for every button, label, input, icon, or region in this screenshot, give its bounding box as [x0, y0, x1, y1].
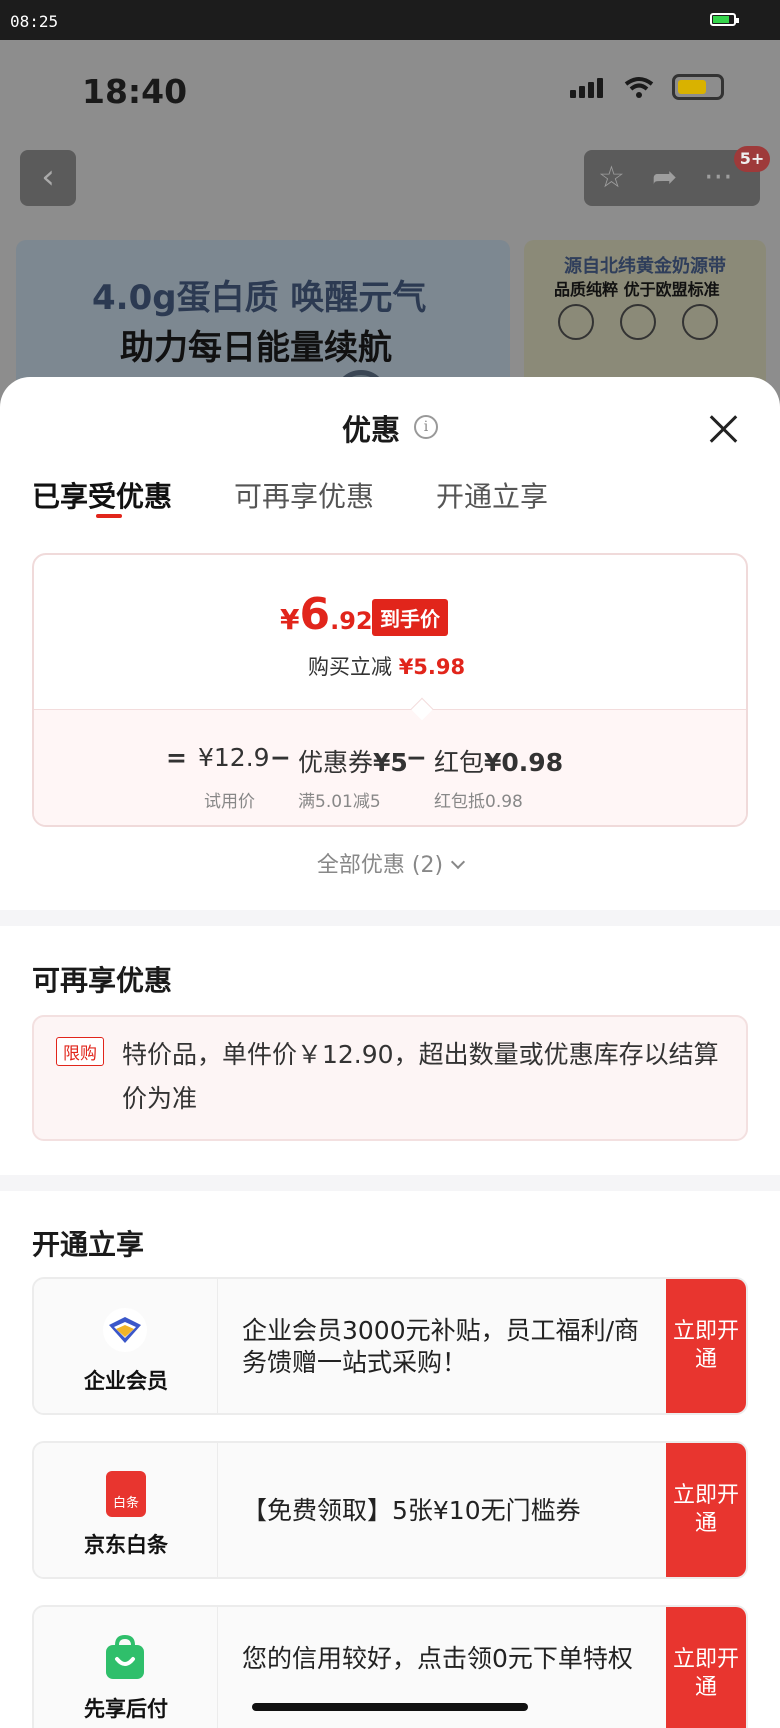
icon-label: 白条 — [112, 1496, 139, 1511]
status-time: 08:25 — [10, 12, 59, 31]
activate-button[interactable]: 立即开通 — [666, 1607, 746, 1728]
banner-headline: 4.0g蛋白质 唤醒元气 — [92, 278, 427, 318]
service-description: 【免费领取】5张¥10无门槛券 — [242, 1496, 581, 1525]
tab-open-enjoy[interactable]: 开通立享 — [436, 475, 548, 515]
currency-symbol: ¥ — [280, 603, 300, 636]
coupon-amount: ¥5 — [373, 748, 408, 777]
pay-later-icon — [106, 1635, 144, 1679]
service-name: 企业会员 — [84, 1369, 168, 1393]
reduce-amount: ¥5.98 — [398, 655, 466, 679]
active-tab-indicator — [96, 514, 122, 518]
service-name: 先享后付 — [84, 1697, 168, 1721]
limit-notice-card: 限购 特价品，单件价￥12.90，超出数量或优惠库存以结算价为准 — [32, 1015, 748, 1141]
service-card-baitiao: 白条 京东白条 【免费领取】5张¥10无门槛券 立即开通 — [32, 1441, 748, 1579]
back-button[interactable]: ‹ — [20, 150, 76, 206]
service-brand: 白条 京东白条 — [34, 1443, 218, 1577]
price-integer: 6 — [299, 589, 331, 640]
all-offers-toggle[interactable]: 全部优惠 (2) — [0, 847, 780, 879]
trial-price-caption: 试用价 — [204, 792, 255, 812]
final-price-tag: 到手价 — [372, 599, 448, 636]
equals-sign: = — [166, 743, 187, 772]
banner-right-subline: 品质纯粹 优于欧盟标准 — [554, 280, 720, 299]
banner-right-headline: 源自北纬黄金奶源带 — [564, 256, 726, 277]
banner-subline: 助力每日能量续航 — [120, 328, 392, 368]
share-icon[interactable]: ➦ — [652, 160, 677, 195]
service-brand: 企业会员 — [34, 1279, 218, 1413]
enterprise-member-icon — [103, 1308, 147, 1352]
feature-icon — [682, 304, 718, 340]
more-icon[interactable]: ··· — [704, 160, 733, 195]
final-price: ¥6.92 — [280, 589, 373, 640]
red-packet-amount: ¥0.98 — [484, 748, 564, 777]
service-description: 您的信用较好，点击领0元下单特权 — [242, 1644, 633, 1673]
minus-sign: − — [406, 743, 427, 772]
service-description: 企业会员3000元补贴，员工福利/商务馈赠一站式采购！ — [242, 1316, 640, 1377]
reduce-label: 购买立减 — [308, 655, 392, 679]
limit-tag: 限购 — [56, 1037, 104, 1066]
service-card-enterprise: 企业会员 企业会员3000元补贴，员工福利/商务馈赠一站式采购！ 立即开通 — [32, 1277, 748, 1415]
red-packet-label: 红包 — [434, 748, 485, 777]
section-divider — [0, 910, 780, 926]
sheet-title: 优惠 — [342, 413, 401, 447]
battery-icon — [710, 13, 739, 26]
coupon-item: 优惠券¥5 — [298, 743, 408, 779]
trial-price: ¥12.9 — [198, 743, 270, 772]
feature-icon — [620, 304, 656, 340]
chevron-down-icon — [451, 854, 466, 870]
section-divider — [0, 1175, 780, 1191]
phone-battery-icon — [672, 74, 724, 100]
open-enjoy-title: 开通立享 — [32, 1228, 145, 1261]
signal-icon — [570, 78, 603, 98]
service-brand: 先享后付 — [34, 1607, 218, 1728]
all-offers-label: 全部优惠 (2) — [316, 853, 444, 878]
close-icon[interactable] — [708, 413, 740, 445]
jd-baitiao-icon: 白条 — [106, 1471, 146, 1517]
coupon-label: 优惠券 — [298, 748, 374, 777]
notification-badge: 5+ — [734, 146, 770, 172]
limit-text: 特价品，单件价￥12.90，超出数量或优惠库存以结算价为准 — [122, 1040, 719, 1113]
phone-time: 18:40 — [82, 72, 188, 111]
activate-button[interactable]: 立即开通 — [666, 1279, 746, 1413]
feature-icon — [558, 304, 594, 340]
red-packet-item: 红包¥0.98 — [434, 743, 563, 779]
service-name: 京东白条 — [84, 1533, 168, 1557]
system-status-bar: 08:25 — [0, 0, 780, 40]
more-offers-title: 可再享优惠 — [32, 964, 173, 997]
home-indicator[interactable] — [252, 1703, 528, 1711]
minus-sign: − — [270, 743, 291, 772]
tab-more-offers[interactable]: 可再享优惠 — [234, 475, 374, 515]
reduce-line: 购买立减 ¥5.98 — [308, 651, 465, 681]
star-icon[interactable]: ☆ — [598, 160, 625, 195]
info-icon[interactable]: i — [414, 415, 438, 439]
red-packet-caption: 红包抵0.98 — [434, 792, 523, 812]
coupon-caption: 满5.01减5 — [298, 792, 381, 812]
offers-sheet: 优惠 i 已享受优惠 可再享优惠 开通立享 ¥6.92 到手价 购买立减 ¥5.… — [0, 377, 780, 1728]
price-decimal: .92 — [330, 607, 373, 635]
tab-enjoyed-offers[interactable]: 已享受优惠 — [32, 475, 172, 515]
activate-button[interactable]: 立即开通 — [666, 1443, 746, 1577]
wifi-icon — [624, 77, 654, 98]
price-breakdown-card: ¥6.92 到手价 购买立减 ¥5.98 = ¥12.9 − 优惠券¥5 − 红… — [32, 553, 748, 827]
